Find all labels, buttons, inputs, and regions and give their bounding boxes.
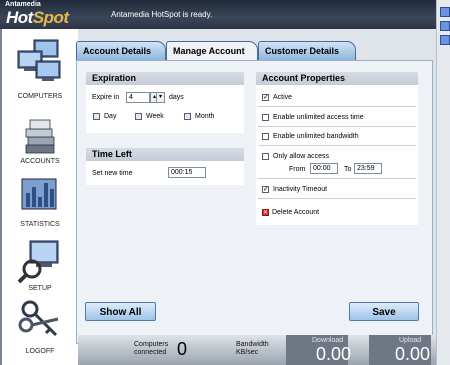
bandwidth-label-1: Bandwidth [236, 341, 269, 348]
divider [258, 145, 416, 146]
unlimited-bandwidth-label: Enable unlimited bandwidth [273, 133, 359, 140]
show-all-button[interactable]: Show All [85, 302, 156, 321]
divider [258, 198, 416, 199]
to-time-input[interactable] [354, 163, 382, 174]
from-label: From [289, 166, 306, 173]
set-new-time-label: Set new time [92, 170, 133, 177]
keys-icon [18, 300, 59, 337]
time-left-header: Time Left [86, 148, 244, 161]
day-label: Day [104, 113, 117, 120]
sidebar-item-accounts[interactable]: ACCOUNTS [2, 117, 78, 165]
toolbar-icon[interactable] [440, 7, 450, 17]
computers-connected-label-1: Computers [134, 341, 169, 348]
unlimited-bandwidth-checkbox[interactable] [262, 133, 269, 140]
statistics-icon [21, 178, 57, 210]
tab-account-details[interactable]: Account Details [76, 41, 166, 60]
sidebar-item-label: STATISTICS [20, 221, 60, 228]
delete-icon[interactable]: ✕ [262, 209, 269, 216]
bandwidth-label-2: KB/sec [236, 349, 259, 356]
sidebar-item-label: SETUP [28, 285, 52, 292]
day-radio[interactable] [93, 113, 100, 120]
setup-icon [17, 240, 59, 284]
divider [258, 178, 416, 179]
accounts-icon [25, 119, 55, 154]
active-label: Active [273, 94, 293, 101]
month-label: Month [195, 113, 215, 120]
status-footer: Computers connected 0 Bandwidth KB/sec D… [78, 335, 436, 365]
sidebar-item-statistics[interactable]: STATISTICS [2, 169, 78, 229]
upload-value: 0.00 [395, 344, 431, 364]
title-bar: Antamedia HotSpot Antamedia HotSpot is r… [0, 0, 450, 29]
inactivity-timeout-checkbox[interactable]: ✓ [262, 186, 269, 193]
sidebar-item-label: LOGOFF [25, 348, 55, 355]
expire-in-label: Expire in [92, 94, 120, 101]
week-radio[interactable] [135, 113, 142, 120]
to-label: To [344, 166, 352, 173]
logo-spot: Spot [32, 8, 69, 27]
new-time-input[interactable] [168, 167, 206, 178]
sidebar-item-logoff[interactable]: LOGOFF [2, 297, 78, 357]
save-button[interactable]: Save [349, 302, 419, 321]
tab-manage-account[interactable]: Manage Account [166, 41, 258, 61]
expire-unit-label: days [169, 94, 184, 101]
sidebar-item-computers[interactable]: COMPUTERS [2, 37, 78, 109]
divider [258, 106, 416, 107]
expire-in-input[interactable] [126, 92, 150, 103]
delete-account-label[interactable]: Delete Account [272, 209, 319, 216]
upload-panel: Upload 0.00 [369, 335, 431, 365]
sidebar: COMPUTERS ACCOUNTS STATISTICS SETUP LOGO… [2, 29, 78, 365]
inactivity-timeout-label: Inactivity Timeout [273, 186, 328, 193]
only-allow-label: Only allow access [273, 153, 330, 160]
logo-small-text: Antamedia [5, 1, 41, 8]
expiration-header: Expiration [86, 72, 244, 85]
logo-hot: Hot [6, 8, 33, 27]
computers-icon [17, 39, 61, 81]
toolbar-icon[interactable] [440, 35, 450, 45]
computers-connected-value: 0 [177, 339, 188, 359]
computers-connected-label-2: connected [134, 349, 167, 356]
tab-customer-details[interactable]: Customer Details [258, 41, 356, 60]
expiration-section [86, 85, 244, 133]
right-toolbar [436, 0, 450, 365]
divider [258, 126, 416, 127]
sidebar-item-label: COMPUTERS [17, 93, 63, 100]
sidebar-item-label: ACCOUNTS [20, 158, 60, 165]
status-text: Antamedia HotSpot is ready. [111, 10, 213, 19]
unlimited-access-checkbox[interactable] [262, 114, 269, 121]
from-time-input[interactable] [310, 163, 338, 174]
expire-spin-down[interactable]: ▾ [156, 92, 165, 103]
toolbar-icon[interactable] [440, 21, 450, 31]
month-radio[interactable] [184, 113, 191, 120]
sidebar-item-setup[interactable]: SETUP [2, 237, 78, 293]
download-panel: Download 0.00 [286, 335, 352, 365]
unlimited-access-label: Enable unlimited access time [273, 114, 364, 121]
download-value: 0.00 [316, 344, 352, 364]
active-checkbox[interactable]: ✓ [262, 94, 269, 101]
app-logo: HotSpot [6, 8, 69, 28]
week-label: Week [146, 113, 164, 120]
only-allow-checkbox[interactable] [262, 153, 269, 160]
account-properties-header: Account Properties [256, 72, 418, 85]
